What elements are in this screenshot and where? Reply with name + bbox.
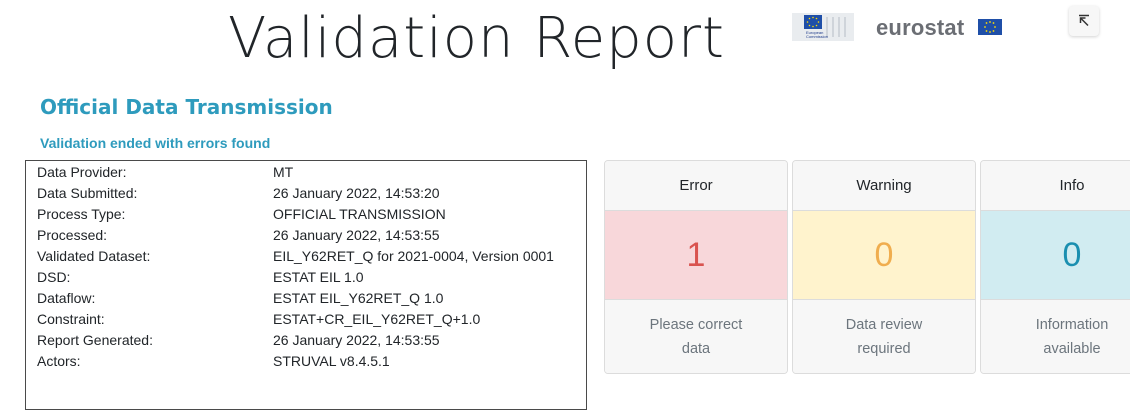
info-label: Data Submitted: [37, 185, 138, 201]
warning-count: 0 [793, 211, 975, 299]
info-row-process-type: Process Type: OFFICIAL TRANSMISSION [26, 206, 586, 227]
info-value: ESTAT EIL 1.0 [273, 269, 364, 285]
info-card-note: Information available [981, 299, 1130, 373]
arrow-up-left-icon [1079, 14, 1089, 27]
info-label: Dataflow: [37, 290, 96, 306]
warning-card-title: Warning [793, 161, 975, 211]
info-value: OFFICIAL TRANSMISSION [273, 206, 446, 222]
info-label: Processed: [37, 227, 108, 243]
info-label: Data Provider: [37, 164, 127, 180]
warning-card-note: Data review required [793, 299, 975, 373]
info-value: STRUVAL v8.4.5.1 [273, 353, 390, 369]
info-label: Constraint: [37, 311, 105, 327]
ec-caption-line2: Commission [806, 34, 829, 39]
info-value: 26 January 2022, 14:53:55 [273, 227, 440, 243]
collapse-button[interactable] [1069, 6, 1099, 36]
info-row-actors: Actors: STRUVAL v8.4.5.1 [26, 353, 586, 374]
info-row-data-provider: Data Provider: MT [26, 164, 586, 185]
eurostat-logo: European Commission eurostat [792, 13, 1022, 41]
error-card: Error 1 Please correct data [604, 160, 788, 374]
report-details: Data Provider: MT Data Submitted: 26 Jan… [25, 160, 587, 410]
page-title: Validation Report [228, 6, 725, 71]
info-label: Report Generated: [37, 332, 153, 348]
info-value: 26 January 2022, 14:53:20 [273, 185, 440, 201]
info-value: EIL_Y62RET_Q for 2021-0004, Version 0001 [273, 248, 554, 264]
warning-card: Warning 0 Data review required [792, 160, 976, 374]
ec-caption: European Commission [806, 31, 828, 39]
eu-flag-icon [978, 19, 1002, 35]
info-value: 26 January 2022, 14:53:55 [273, 332, 440, 348]
info-label: DSD: [37, 269, 71, 285]
error-card-title: Error [605, 161, 787, 211]
info-count: 0 [981, 211, 1130, 299]
info-row-dataflow: Dataflow: ESTAT EIL_Y62RET_Q 1.0 [26, 290, 586, 311]
error-count: 1 [605, 211, 787, 299]
info-row-data-submitted: Data Submitted: 26 January 2022, 14:53:2… [26, 185, 586, 206]
info-label: Actors: [37, 353, 81, 369]
info-label: Process Type: [37, 206, 126, 222]
error-card-note: Please correct data [605, 299, 787, 373]
info-row-report-generated: Report Generated: 26 January 2022, 14:53… [26, 332, 586, 353]
info-row-processed: Processed: 26 January 2022, 14:53:55 [26, 227, 586, 248]
info-value: MT [273, 164, 294, 180]
info-label: Validated Dataset: [37, 248, 151, 264]
info-row-validated-dataset: Validated Dataset: EIL_Y62RET_Q for 2021… [26, 248, 586, 269]
validation-status: Validation ended with errors found [40, 135, 271, 151]
info-card-title: Info [981, 161, 1130, 211]
info-row-constraint: Constraint: ESTAT+CR_EIL_Y62RET_Q+1.0 [26, 311, 586, 332]
info-value: ESTAT EIL_Y62RET_Q 1.0 [273, 290, 444, 306]
section-title: Official Data Transmission [40, 95, 333, 119]
eurostat-wordmark: eurostat [876, 15, 965, 40]
info-row-dsd: DSD: ESTAT EIL 1.0 [26, 269, 586, 290]
info-card: Info 0 Information available [980, 160, 1130, 374]
info-value: ESTAT+CR_EIL_Y62RET_Q+1.0 [273, 311, 481, 327]
